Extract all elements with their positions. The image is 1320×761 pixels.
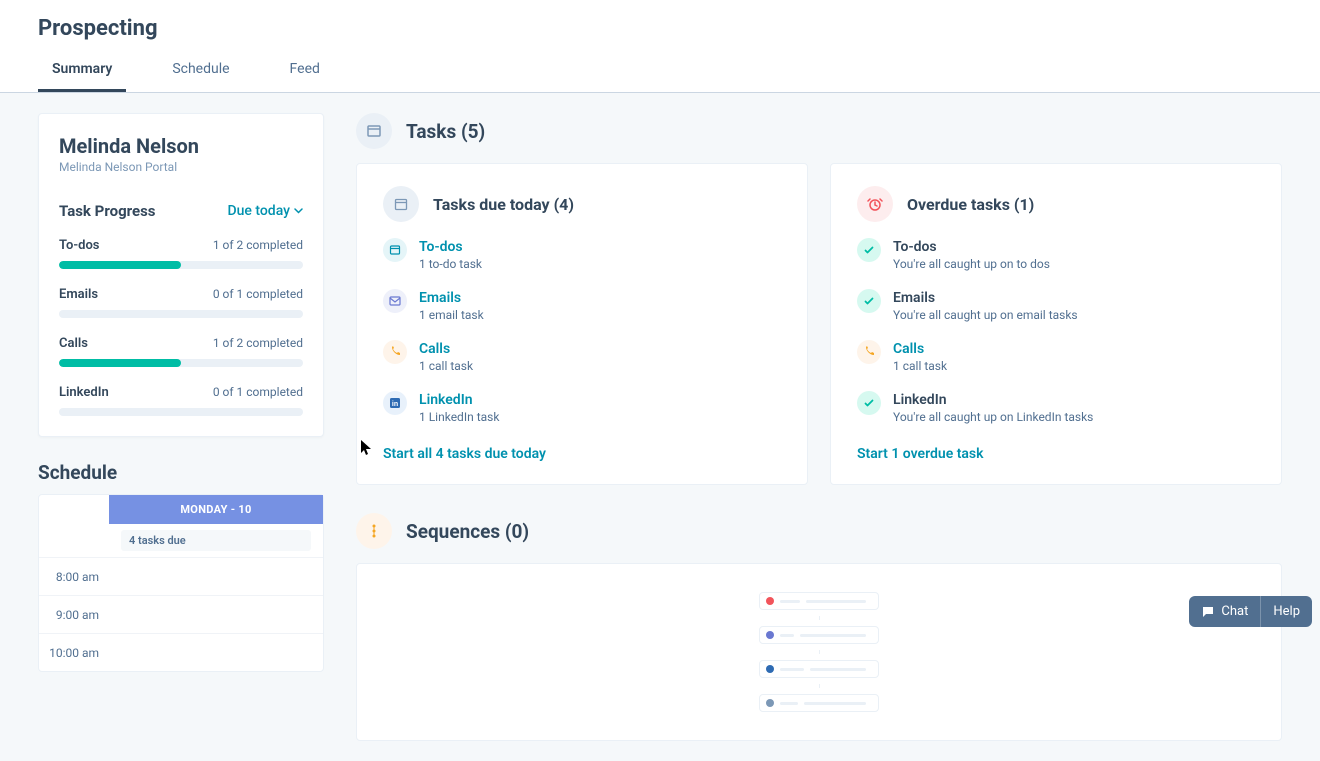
sequences-icon <box>356 513 392 549</box>
sequence-placeholder-row <box>759 660 879 678</box>
task-row-title: To-dos <box>893 239 1050 255</box>
progress-count: 0 of 1 completed <box>213 385 303 400</box>
progress-label: To-dos <box>59 238 100 253</box>
progress-bar <box>59 261 303 269</box>
chat-button[interactable]: Chat <box>1189 596 1261 627</box>
schedule-tasks-due-bar[interactable]: 4 tasks due <box>121 530 311 551</box>
task-row-subtitle: You're all caught up on LinkedIn tasks <box>893 410 1093 424</box>
task-row-title[interactable]: To-dos <box>419 239 482 255</box>
schedule-day-header[interactable]: MONDAY - 10 <box>109 495 323 524</box>
progress-item: Calls 1 of 2 completed <box>59 336 303 367</box>
task-row: Calls 1 call task <box>383 340 781 373</box>
task-row: LinkedIn You're all caught up on LinkedIn… <box>857 391 1255 424</box>
alarm-clock-icon <box>857 186 893 222</box>
tasks-header-title: Tasks (5) <box>406 120 485 143</box>
portal-name: Melinda Nelson Portal <box>59 160 303 174</box>
sequences-header-title: Sequences (0) <box>406 520 529 543</box>
sequence-placeholder-row <box>759 592 879 610</box>
progress-count: 1 of 2 completed <box>213 238 303 253</box>
task-row-subtitle: 1 call task <box>419 359 473 373</box>
tab-summary[interactable]: Summary <box>38 51 126 92</box>
email-icon <box>383 289 407 313</box>
task-progress-title: Task Progress <box>59 202 156 220</box>
task-row-title[interactable]: Emails <box>419 290 484 306</box>
schedule-slot[interactable]: 9:00 am <box>39 595 323 633</box>
due-today-dropdown[interactable]: Due today <box>227 203 303 219</box>
tab-schedule[interactable]: Schedule <box>158 51 243 92</box>
task-row-subtitle: You're all caught up on to dos <box>893 257 1050 271</box>
help-button[interactable]: Help <box>1261 596 1312 627</box>
chat-label: Chat <box>1221 604 1248 619</box>
progress-count: 1 of 2 completed <box>213 336 303 351</box>
schedule-slot[interactable]: 8:00 am <box>39 557 323 595</box>
task-row: Emails You're all caught up on email task… <box>857 289 1255 322</box>
schedule-title: Schedule <box>38 461 324 484</box>
check-icon <box>857 289 881 313</box>
tabs: Summary Schedule Feed <box>0 51 1320 92</box>
overdue-tasks-title: Overdue tasks (1) <box>907 195 1034 214</box>
tasks-due-today-title: Tasks due today (4) <box>433 195 574 214</box>
task-row-title[interactable]: LinkedIn <box>419 392 499 408</box>
linkedin-icon: in <box>383 391 407 415</box>
schedule-time-label: 8:00 am <box>39 570 109 584</box>
task-row-subtitle: 1 call task <box>893 359 947 373</box>
call-icon <box>857 340 881 364</box>
overdue-tasks-card: Overdue tasks (1) To-dos You're all caugh… <box>830 163 1282 485</box>
sequence-placeholder-row <box>759 694 879 712</box>
chevron-down-icon <box>294 208 303 214</box>
chat-help-widget: Chat Help <box>1189 596 1312 627</box>
progress-label: Calls <box>59 336 88 351</box>
check-icon <box>857 391 881 415</box>
schedule-widget: MONDAY - 10 4 tasks due 8:00 am 9:00 am 10… <box>38 494 324 672</box>
progress-label: LinkedIn <box>59 385 109 400</box>
tasks-icon <box>356 113 392 149</box>
tab-feed[interactable]: Feed <box>276 51 334 92</box>
task-row: To-dos 1 to-do task <box>383 238 781 271</box>
chat-icon <box>1201 605 1215 619</box>
call-icon <box>383 340 407 364</box>
progress-bar <box>59 310 303 318</box>
progress-item: To-dos 1 of 2 completed <box>59 238 303 269</box>
task-row-subtitle: 1 LinkedIn task <box>419 410 499 424</box>
schedule-time-label: 10:00 am <box>39 646 109 660</box>
page-title: Prospecting <box>0 0 1320 45</box>
schedule-time-label: 9:00 am <box>39 608 109 622</box>
task-row-title: LinkedIn <box>893 392 1093 408</box>
progress-item: LinkedIn 0 of 1 completed <box>59 385 303 416</box>
sequence-placeholder-row <box>759 626 879 644</box>
task-row-title: Emails <box>893 290 1078 306</box>
task-row: Calls 1 call task <box>857 340 1255 373</box>
progress-bar <box>59 408 303 416</box>
tasks-due-today-card: Tasks due today (4) To-dos 1 to-do task Em… <box>356 163 808 485</box>
task-row-subtitle: You're all caught up on email tasks <box>893 308 1078 322</box>
help-label: Help <box>1273 604 1300 619</box>
progress-label: Emails <box>59 287 98 302</box>
task-row: To-dos You're all caught up on to dos <box>857 238 1255 271</box>
check-icon <box>857 238 881 262</box>
task-row: Emails 1 email task <box>383 289 781 322</box>
calendar-icon <box>383 186 419 222</box>
task-row-subtitle: 1 to-do task <box>419 257 482 271</box>
progress-bar <box>59 359 303 367</box>
user-name: Melinda Nelson <box>59 134 303 158</box>
due-today-label: Due today <box>227 203 290 219</box>
task-row: in LinkedIn 1 LinkedIn task <box>383 391 781 424</box>
task-row-title[interactable]: Calls <box>419 341 473 357</box>
todo-icon <box>383 238 407 262</box>
progress-item: Emails 0 of 1 completed <box>59 287 303 318</box>
svg-text:in: in <box>392 401 398 408</box>
task-row-subtitle: 1 email task <box>419 308 484 322</box>
start-due-today-link[interactable]: Start all 4 tasks due today <box>383 446 546 462</box>
progress-count: 0 of 1 completed <box>213 287 303 302</box>
sequences-empty-card <box>356 563 1282 741</box>
user-card: Melinda Nelson Melinda Nelson Portal Tas… <box>38 113 324 437</box>
start-overdue-link[interactable]: Start 1 overdue task <box>857 446 984 462</box>
task-row-title[interactable]: Calls <box>893 341 947 357</box>
